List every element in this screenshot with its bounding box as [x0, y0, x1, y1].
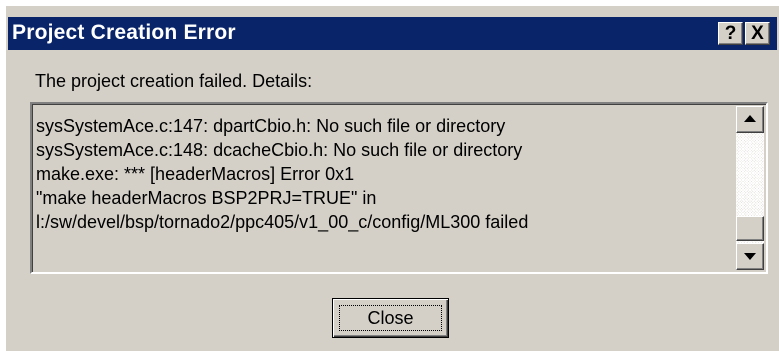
- details-label: The project creation failed. Details:: [35, 71, 313, 91]
- details-line: sysSystemAce.c:147: dpartCbio.h: No such…: [36, 116, 506, 136]
- details-line: "make headerMacros BSP2PRJ=TRUE" in: [36, 188, 377, 208]
- details-text: sysSystemAce.c:147: dpartCbio.h: No such…: [36, 114, 722, 264]
- error-dialog: Project Creation Error ? X The project c…: [4, 4, 779, 351]
- close-button-label: Close: [339, 305, 442, 331]
- arrow-down-icon: [744, 253, 756, 260]
- window-title: Project Creation Error: [12, 21, 236, 44]
- close-icon: X: [751, 23, 764, 44]
- details-textbox[interactable]: sysSystemAce.c:147: dpartCbio.h: No such…: [30, 102, 768, 274]
- vertical-scrollbar[interactable]: [736, 106, 764, 270]
- details-line: make.exe: *** [headerMacros] Error 0x1: [36, 164, 355, 184]
- details-line: sysSystemAce.c:148: dcacheCbio.h: No suc…: [36, 140, 523, 160]
- help-icon: ?: [724, 23, 737, 44]
- details-line: l:/sw/devel/bsp/tornado2/ppc405/v1_00_c/…: [36, 212, 529, 232]
- help-button[interactable]: ?: [718, 22, 743, 45]
- scroll-thumb[interactable]: [736, 216, 764, 241]
- title-bar[interactable]: Project Creation Error ? X: [8, 17, 777, 50]
- scroll-up-button[interactable]: [736, 106, 764, 133]
- close-button[interactable]: Close: [332, 298, 449, 338]
- scroll-down-button[interactable]: [736, 243, 764, 270]
- arrow-up-icon: [744, 115, 756, 122]
- title-close-button[interactable]: X: [745, 22, 770, 45]
